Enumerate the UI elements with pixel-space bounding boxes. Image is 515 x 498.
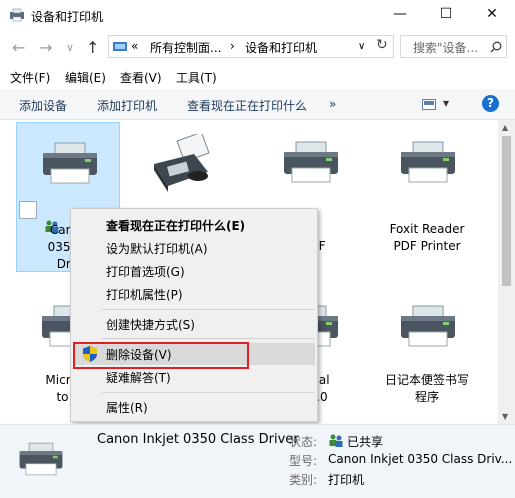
breadcrumb-control-panel[interactable]: 所有控制面... [150, 39, 221, 56]
device-label-line1: 日记本便签书写 [384, 373, 469, 387]
menu-view[interactable]: 查看(V) [120, 69, 162, 86]
ctx-printing-preferences[interactable]: 打印首选项(G) [73, 260, 315, 282]
device-label-line1: Foxit Reader [389, 222, 465, 236]
change-view-icon[interactable] [422, 99, 436, 110]
ctx-properties[interactable]: 属性(R) [73, 396, 315, 418]
add-printer-button[interactable]: 添加打印机 [97, 97, 157, 114]
scroll-up-icon[interactable]: ▲ [502, 123, 508, 132]
ctx-item-label: 打印首选项(G) [106, 265, 185, 279]
printer-icon [401, 141, 455, 183]
scrollbar-thumb[interactable] [502, 136, 511, 286]
shared-icon [19, 201, 59, 233]
maximize-button[interactable]: ☐ [423, 0, 469, 30]
search-icon[interactable] [490, 41, 502, 53]
recent-locations-icon[interactable]: ∨ [66, 41, 74, 54]
more-commands-button[interactable]: » [329, 97, 336, 111]
breadcrumb-separator[interactable]: › [230, 39, 235, 53]
ctx-set-default[interactable]: 设为默认打印机(A) [73, 237, 315, 259]
ctx-troubleshoot[interactable]: 疑难解答(T) [73, 366, 315, 388]
ctx-create-shortcut[interactable]: 创建快捷方式(S) [73, 313, 315, 335]
address-bar[interactable]: « 所有控制面... › 设备和打印机 ∨ ↻ [108, 35, 394, 58]
printer-icon [401, 305, 455, 347]
printer-icon [284, 141, 338, 183]
ctx-item-label: 属性(R) [106, 401, 148, 415]
menu-file[interactable]: 文件(F) [10, 69, 50, 86]
details-category-value: 打印机 [328, 473, 365, 487]
ctx-printer-properties[interactable]: 打印机属性(P) [73, 283, 315, 305]
scroll-down-icon[interactable]: ▼ [502, 412, 508, 421]
details-category-label: 类别: [289, 473, 318, 487]
ctx-item-label: 查看现在正在打印什么(E) [106, 219, 246, 233]
breadcrumb-chevron[interactable]: « [131, 39, 138, 53]
printer-icon [19, 442, 63, 476]
shared-icon [329, 434, 343, 447]
device-item-diary-notes[interactable]: 日记本便签书写 程序 [375, 286, 479, 424]
details-status-value: 已共享 [347, 435, 384, 449]
devices-printers-icon [10, 8, 24, 22]
add-device-button[interactable]: 添加设备 [19, 97, 67, 114]
highlight-box [73, 342, 249, 369]
address-row: ← → ∨ ↑ « 所有控制面... › 设备和打印机 ∨ ↻ 搜索"设备... [0, 33, 515, 61]
address-dropdown-icon[interactable]: ∨ [358, 41, 365, 52]
vertical-scrollbar[interactable]: ▲ ▼ [498, 120, 515, 424]
printer-icon [43, 142, 97, 184]
title-bar: 设备和打印机 — ☐ ✕ [0, 0, 515, 30]
device-label-line2: 程序 [414, 390, 439, 404]
menu-bar: 文件(F) 编辑(E) 查看(V) 工具(T) [0, 66, 515, 88]
window-title: 设备和打印机 [31, 10, 104, 24]
breadcrumb-devices-printers[interactable]: 设备和打印机 [245, 39, 317, 56]
up-arrow-icon[interactable]: ↑ [86, 38, 99, 57]
back-arrow-icon[interactable]: ← [12, 38, 25, 57]
see-printing-button[interactable]: 查看现在正在打印什么 [187, 97, 307, 114]
minimize-button[interactable]: — [377, 0, 423, 30]
details-model-value: Canon Inkjet 0350 Class Driv... [328, 452, 513, 466]
ctx-separator [102, 392, 314, 393]
menu-tools[interactable]: 工具(T) [176, 69, 217, 86]
command-bar: 添加设备 添加打印机 查看现在正在打印什么 » ▾ ? [0, 89, 515, 120]
menu-edit[interactable]: 编辑(E) [65, 69, 106, 86]
details-device-name: Canon Inkjet 0350 Class Driver [97, 432, 299, 447]
ctx-see-printing[interactable]: 查看现在正在打印什么(E) [73, 214, 315, 236]
details-status-label: 状态: [289, 435, 318, 449]
control-panel-icon [113, 42, 127, 51]
device-label-line2: PDF Printer [393, 239, 461, 253]
fax-icon [154, 134, 210, 192]
device-item-foxit[interactable]: Foxit Reader PDF Printer [375, 122, 479, 272]
details-model-label: 型号: [289, 454, 318, 468]
details-pane: Canon Inkjet 0350 Class Driver 状态: 已共享 型… [0, 424, 515, 498]
close-button[interactable]: ✕ [469, 0, 515, 30]
view-options-arrow-icon[interactable]: ▾ [443, 96, 449, 110]
ctx-item-label: 设为默认打印机(A) [106, 242, 208, 256]
search-input[interactable]: 搜索"设备... [400, 35, 507, 58]
ctx-item-label: 创建快捷方式(S) [106, 318, 195, 332]
ctx-separator [102, 309, 314, 310]
ctx-item-label: 疑难解答(T) [106, 371, 171, 385]
refresh-icon[interactable]: ↻ [376, 37, 388, 53]
forward-arrow-icon[interactable]: → [39, 38, 52, 57]
help-icon[interactable]: ? [482, 95, 499, 112]
search-placeholder: 搜索"设备... [413, 41, 478, 55]
ctx-item-label: 打印机属性(P) [106, 288, 183, 302]
ctx-separator [102, 338, 314, 339]
context-menu: 查看现在正在打印什么(E) 设为默认打印机(A) 打印首选项(G) 打印机属性(… [70, 208, 318, 422]
